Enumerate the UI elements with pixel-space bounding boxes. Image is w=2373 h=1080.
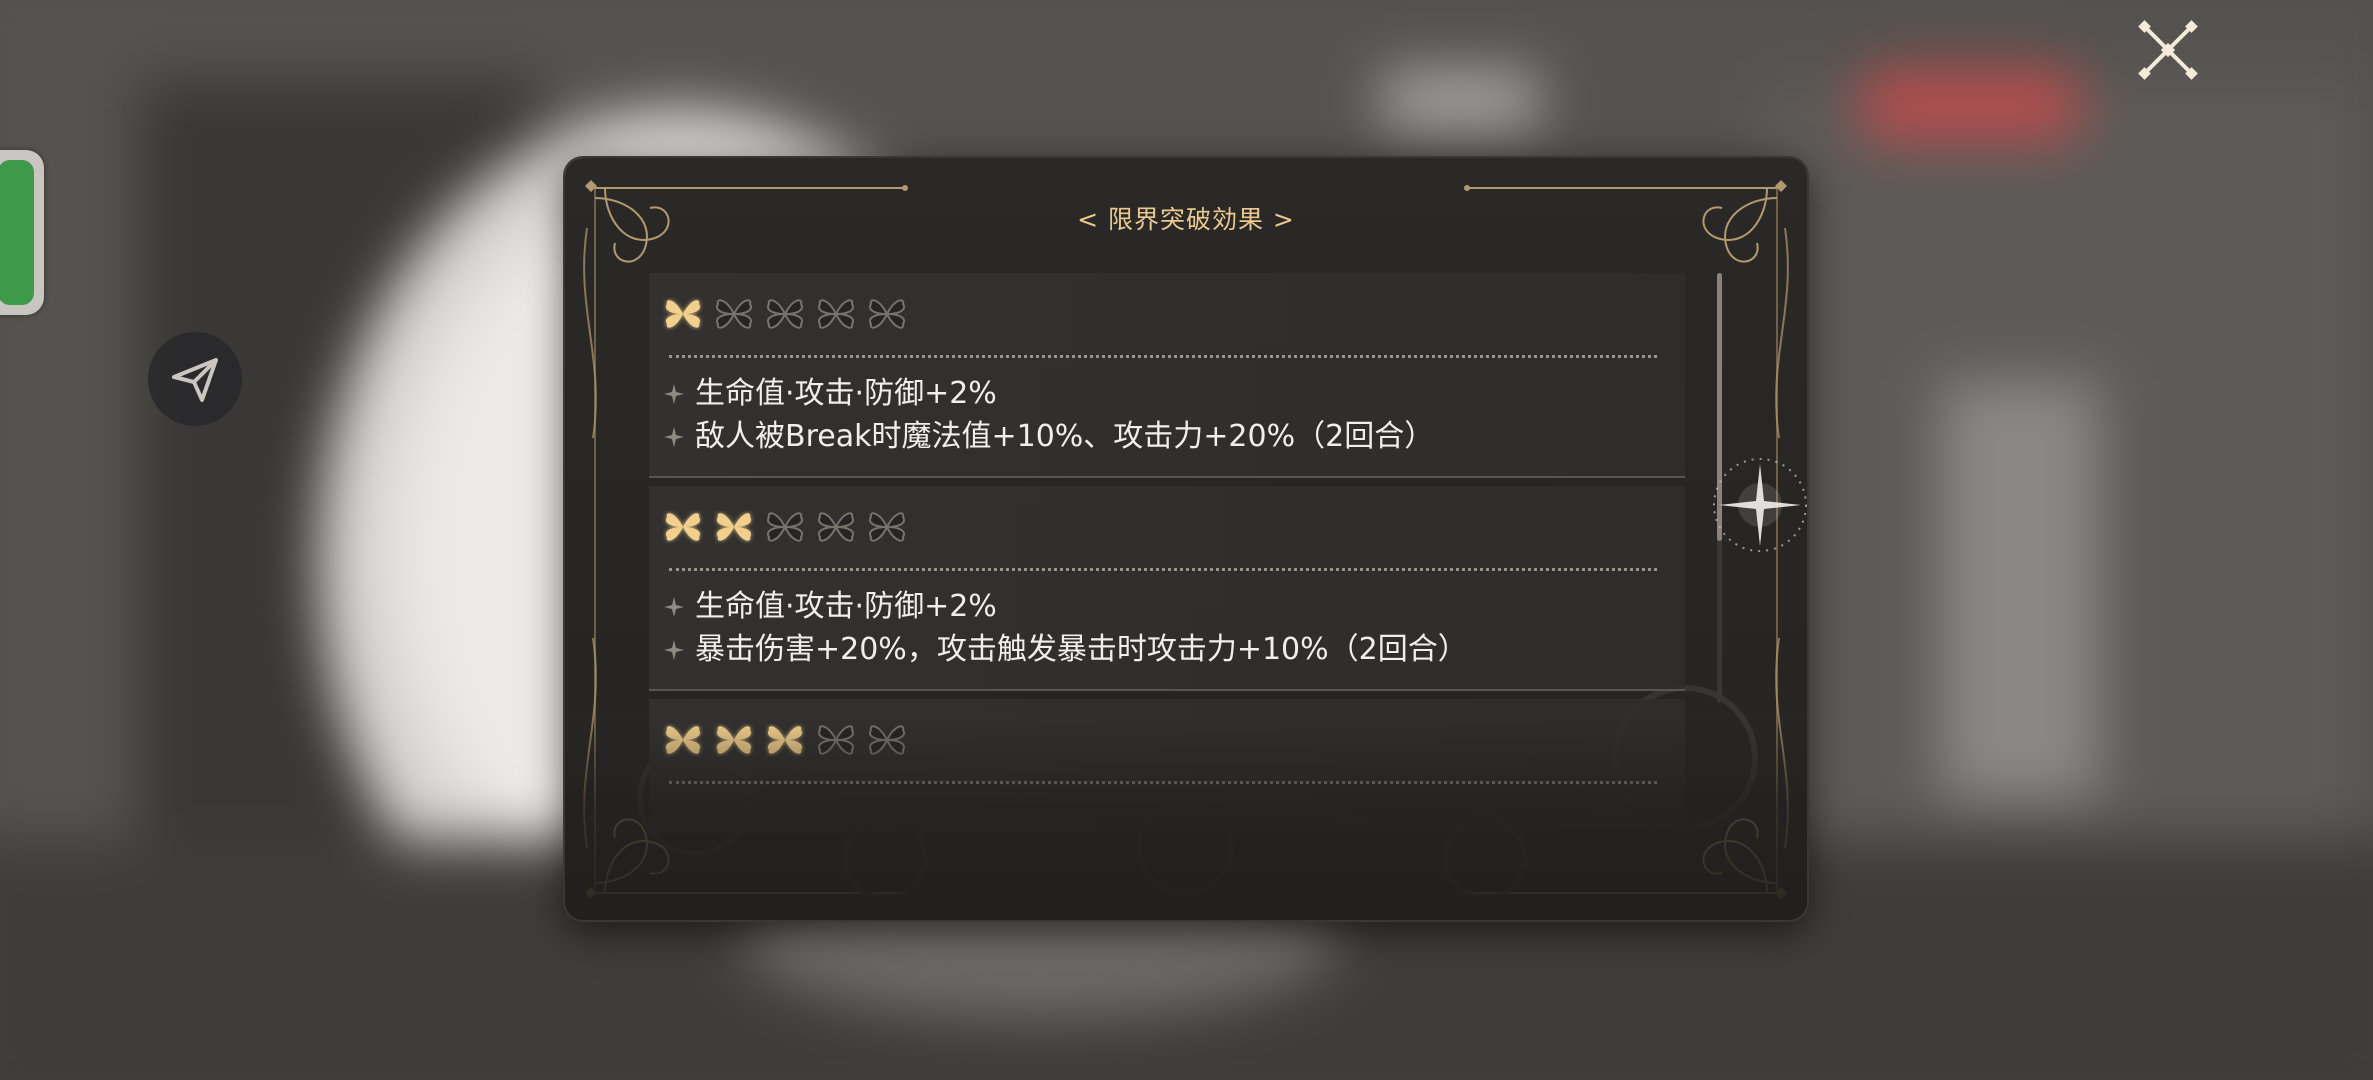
effect-item: 暴击伤害+20%，攻击触发暴击时攻击力+10%（2回合） — [661, 628, 1685, 671]
share-arrow-icon — [172, 358, 218, 402]
gold-clover-star-icon — [767, 726, 803, 754]
empty-clover-star-icon — [767, 299, 803, 329]
empty-clover-star-icon — [869, 512, 905, 542]
gold-clover-star-icon — [716, 513, 752, 541]
gold-clover-star-icon — [716, 726, 752, 754]
effect-list: 生命值·攻击·防御+2% 暴击伤害+20%，攻击触发暴击时攻击力+10%（2回合… — [649, 571, 1685, 689]
empty-clover-star-icon — [716, 299, 752, 329]
empty-clover-star-icon — [869, 299, 905, 329]
empty-clover-star-icon — [818, 725, 854, 755]
scrollbar-thumb[interactable] — [1717, 273, 1722, 541]
empty-clover-star-icon — [767, 512, 803, 542]
limit-break-entry — [649, 699, 1685, 833]
diamond-sparkle-bullet-icon — [664, 426, 684, 447]
gold-clover-star-icon — [665, 726, 701, 754]
close-button[interactable] — [2136, 18, 2200, 82]
diamond-sparkle-bullet-icon — [664, 596, 684, 617]
limit-break-entry: 生命值·攻击·防御+2% 敌人被Break时魔法值+10%、攻击力+20%（2回… — [649, 273, 1685, 478]
share-button[interactable] — [148, 332, 242, 426]
diamond-sparkle-bullet-icon — [664, 383, 684, 404]
scrollbar[interactable] — [1717, 273, 1722, 703]
star-rating — [649, 273, 1685, 355]
effect-item: 生命值·攻击·防御+2% — [661, 585, 1685, 628]
game-screen: < 限界突破効果 > 生命值·攻击·防御+2% 敌人被Break时魔法值+10%… — [0, 0, 2373, 1080]
effect-item: 敌人被Break时魔法值+10%、攻击力+20%（2回合） — [661, 415, 1685, 458]
empty-clover-star-icon — [869, 725, 905, 755]
limit-break-dialog: < 限界突破効果 > 生命值·攻击·防御+2% 敌人被Break时魔法值+10%… — [565, 158, 1807, 920]
gold-clover-star-icon — [665, 300, 701, 328]
effect-text: 生命值·攻击·防御+2% — [695, 589, 997, 624]
gold-clover-star-icon — [665, 513, 701, 541]
effect-list — [649, 784, 1685, 833]
star-rating — [649, 699, 1685, 781]
effect-item: 生命值·攻击·防御+2% — [661, 372, 1685, 415]
close-x-icon — [2138, 20, 2198, 80]
empty-clover-star-icon — [818, 299, 854, 329]
empty-clover-star-icon — [818, 512, 854, 542]
effect-list: 生命值·攻击·防御+2% 敌人被Break时魔法值+10%、攻击力+20%（2回… — [649, 358, 1685, 476]
limit-break-list[interactable]: 生命值·攻击·防御+2% 敌人被Break时魔法值+10%、攻击力+20%（2回… — [649, 273, 1685, 833]
diamond-sparkle-bullet-icon — [664, 639, 684, 660]
star-rating — [649, 486, 1685, 568]
limit-break-entry: 生命值·攻击·防御+2% 暴击伤害+20%，攻击触发暴击时攻击力+10%（2回合… — [649, 486, 1685, 691]
effect-text: 敌人被Break时魔法值+10%、攻击力+20%（2回合） — [695, 419, 1435, 454]
floating-app-button[interactable] — [0, 150, 44, 315]
app-icon — [0, 160, 34, 305]
effect-text: 暴击伤害+20%，攻击触发暴击时攻击力+10%（2回合） — [695, 632, 1468, 667]
effect-text: 生命值·攻击·防御+2% — [695, 376, 997, 411]
dialog-title: < 限界突破効果 > — [1077, 205, 1295, 234]
